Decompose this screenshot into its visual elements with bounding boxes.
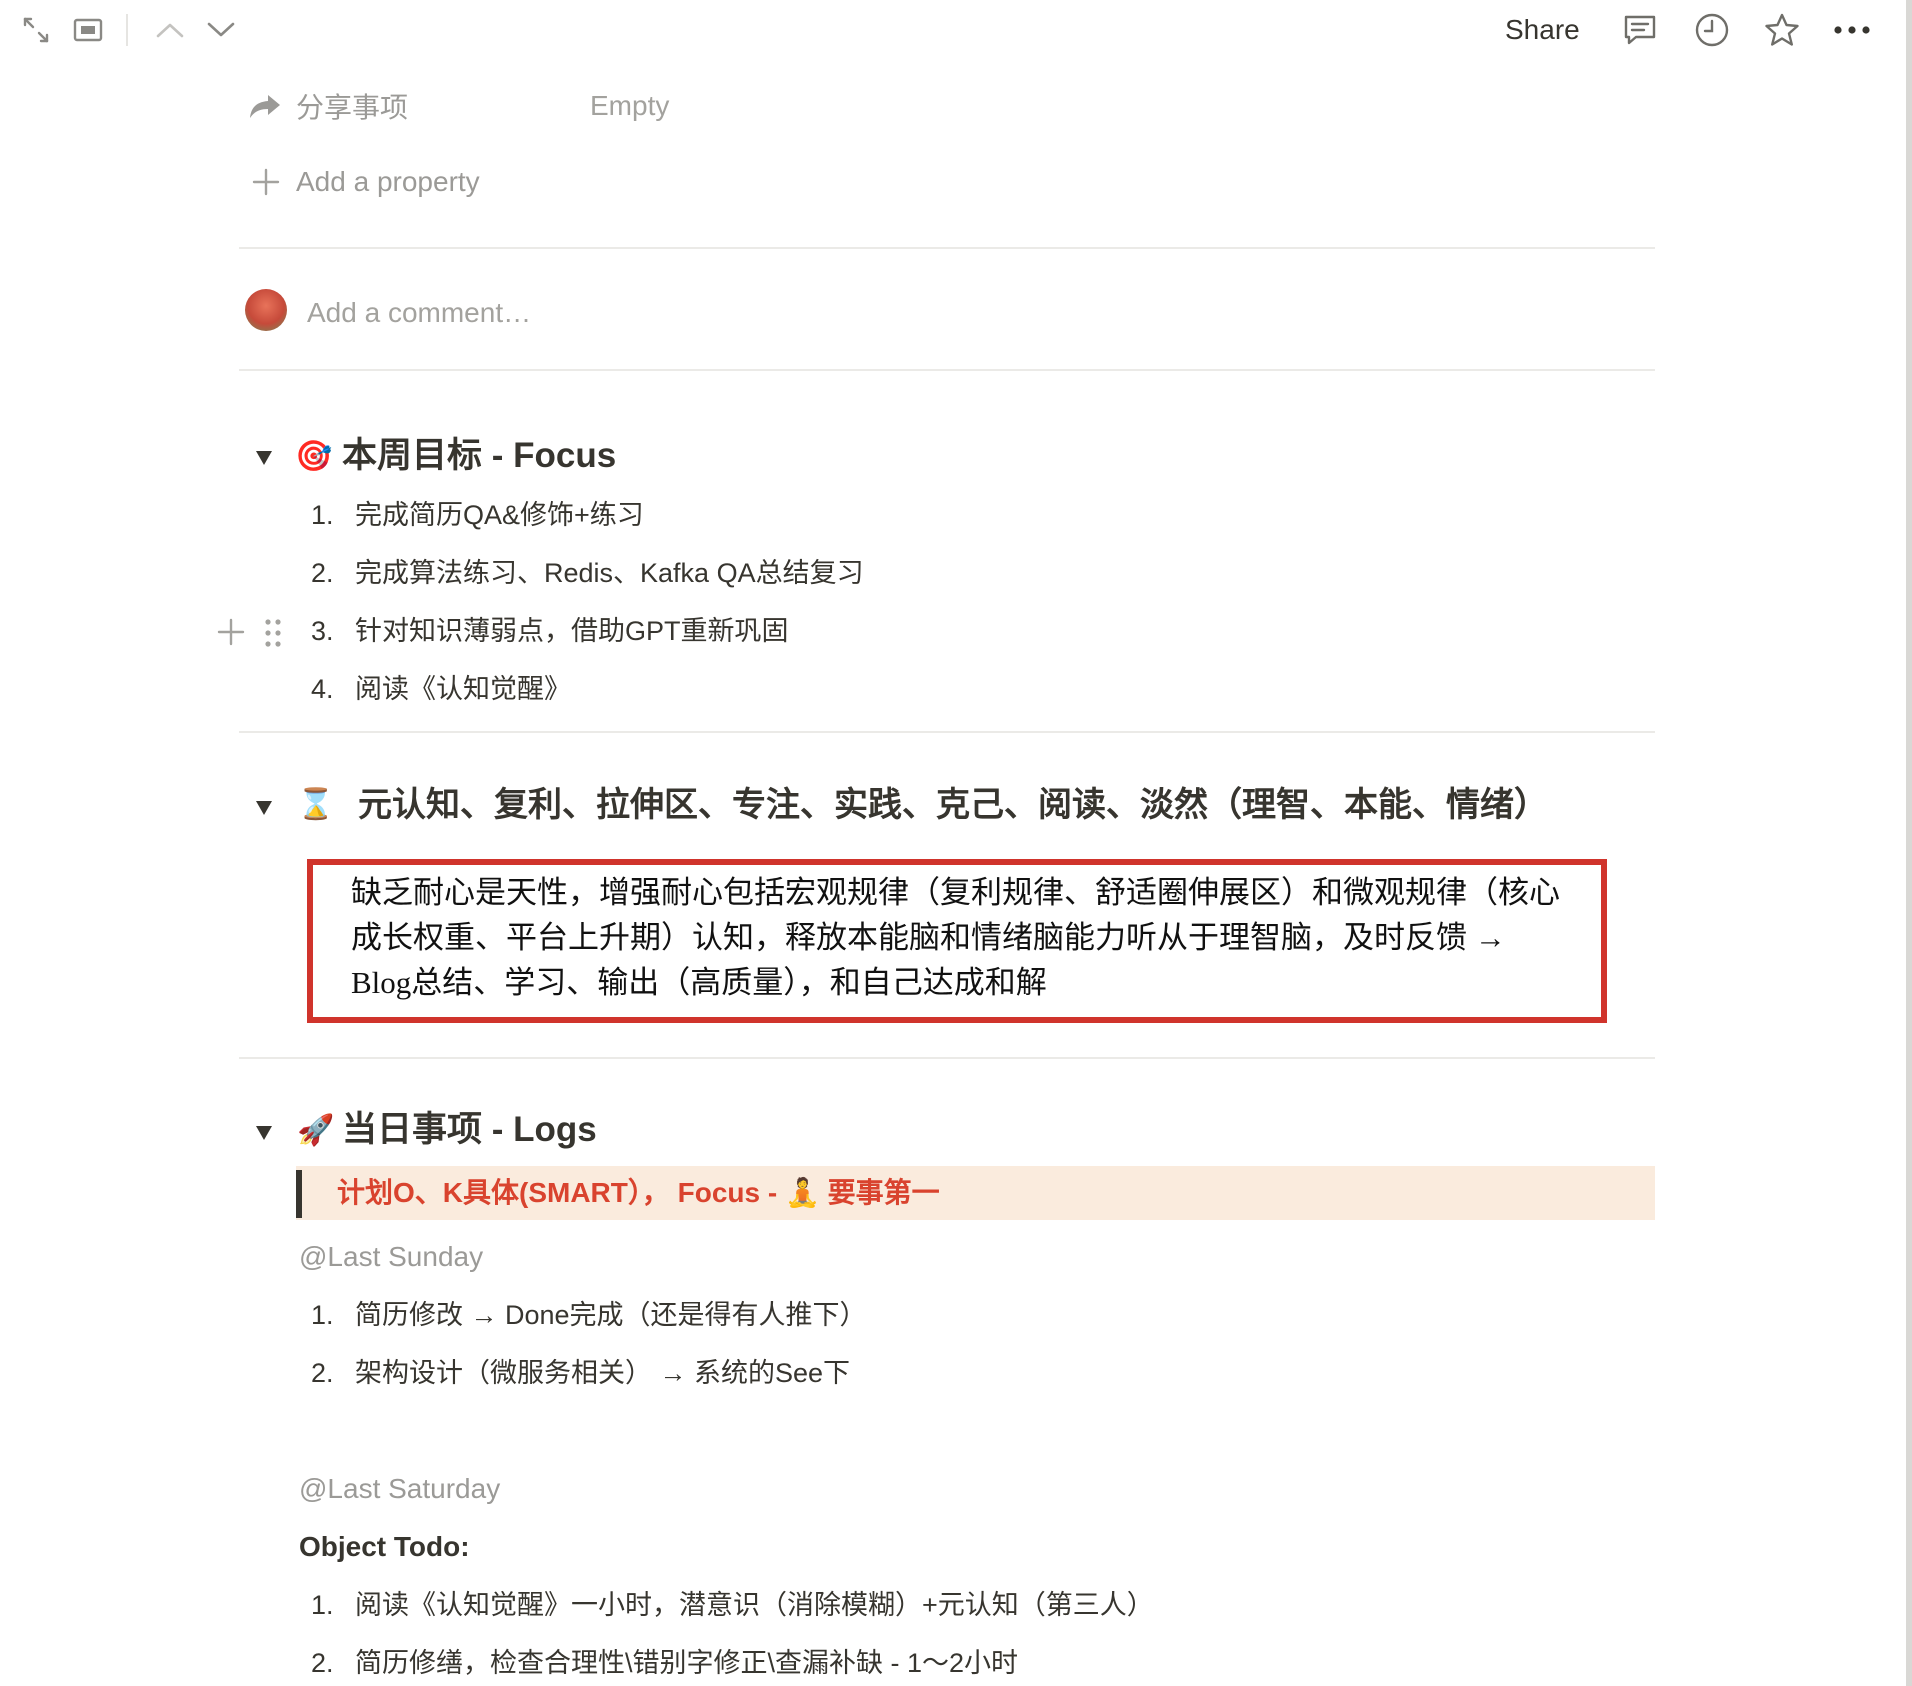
list-item: 简历修改 → Done完成（还是得有人推下） [355,1300,867,1330]
notion-page: Share 分享事项 Empty Add a property Add a co… [0,0,1912,1686]
chevron-up-icon[interactable] [152,12,188,48]
list-number: 2. [311,1358,334,1388]
quote-line: 缺乏耐心是天性，增强耐心包括宏观规律（复利规律、舒适圈伸展区）和微观规律（核心 [351,875,1560,910]
quote-line: 成长权重、平台上升期）认知，释放本能脑和情绪脑能力听从于理智脑，及时反馈 → [351,920,1506,955]
more-options-icon[interactable] [1830,10,1874,50]
object-todo-label: Object Todo: [299,1531,470,1562]
toggle-triangle-icon[interactable] [256,801,272,815]
section-heading-logs: 当日事项 - Logs [342,1110,597,1149]
divider [239,731,1655,733]
share-button[interactable]: Share [1505,8,1580,52]
drag-handle-icon[interactable] [263,617,283,649]
avatar [245,289,287,331]
date-mention[interactable]: @Last Sunday [299,1236,483,1278]
plus-icon [252,168,280,196]
list-item: 阅读《认知觉醒》一小时，潜意识（消除模糊）+元认知（第三人） [355,1590,1154,1620]
comments-icon[interactable] [1620,10,1660,50]
toggle-triangle-icon[interactable] [256,1126,272,1140]
divider [239,1057,1655,1059]
add-property-label: Add a property [296,166,480,197]
share-arrow-icon [248,92,282,120]
list-item: 阅读《认知觉醒》 [355,674,571,704]
clock-icon[interactable] [1692,10,1732,50]
list-item: 简历修缮，检查合理性\错别字修正\查漏补缺 - 1～2小时 [355,1648,1019,1678]
comment-input[interactable]: Add a comment… [307,291,531,335]
list-number: 1. [311,500,334,530]
toggle-triangle-icon[interactable] [256,451,272,465]
quote-bar [296,1170,302,1218]
list-number: 1. [311,1590,334,1620]
chevron-down-icon[interactable] [203,12,239,48]
quote-line: Blog总结、学习、输出（高质量），和自己达成和解 [351,965,1047,1000]
callout-text: 计划O、K具体(SMART）， Focus - 🧘 要事第一 [337,1177,940,1208]
star-icon[interactable] [1762,10,1802,50]
hourglass-icon: ⌛ [297,787,335,821]
add-block-plus-icon[interactable] [216,617,246,647]
list-item: 完成简历QA&修饰+练习 [355,500,644,530]
list-number: 1. [311,1300,334,1330]
list-item: 针对知识薄弱点，借助GPT重新巩固 [355,616,789,646]
date-mention[interactable]: @Last Saturday [299,1468,500,1510]
direct-hit-icon: 🎯 [295,439,333,473]
list-number: 3. [311,616,334,646]
list-item: 完成算法练习、Redis、Kafka QA总结复习 [355,558,864,588]
property-share-item[interactable]: 分享事项 [248,84,408,128]
list-number: 2. [311,1648,334,1678]
add-property-button[interactable]: Add a property [248,160,480,204]
list-number: 4. [311,674,334,704]
property-label: 分享事项 [296,92,409,123]
window-edge [1906,0,1912,1686]
list-number: 2. [311,558,334,588]
rocket-icon: 🚀 [297,1113,335,1147]
property-value-empty[interactable]: Empty [590,84,669,128]
toolbar-divider [126,14,128,46]
divider [239,247,1655,249]
divider [239,369,1655,371]
section-heading-focus: 本周目标 - Focus [342,436,617,475]
quote-text: 缺乏耐心是天性，增强耐心包括宏观规律（复利规律、舒适圈伸展区）和微观规律（核心 … [351,870,1606,1005]
expand-icon[interactable] [18,12,54,48]
list-item: 架构设计（微服务相关） → 系统的See下 [355,1358,851,1388]
peek-mode-icon[interactable] [70,12,106,48]
section-heading-principles: 元认知、复利、拉伸区、专注、实践、克己、阅读、淡然（理智、本能、情绪） [358,786,1548,824]
